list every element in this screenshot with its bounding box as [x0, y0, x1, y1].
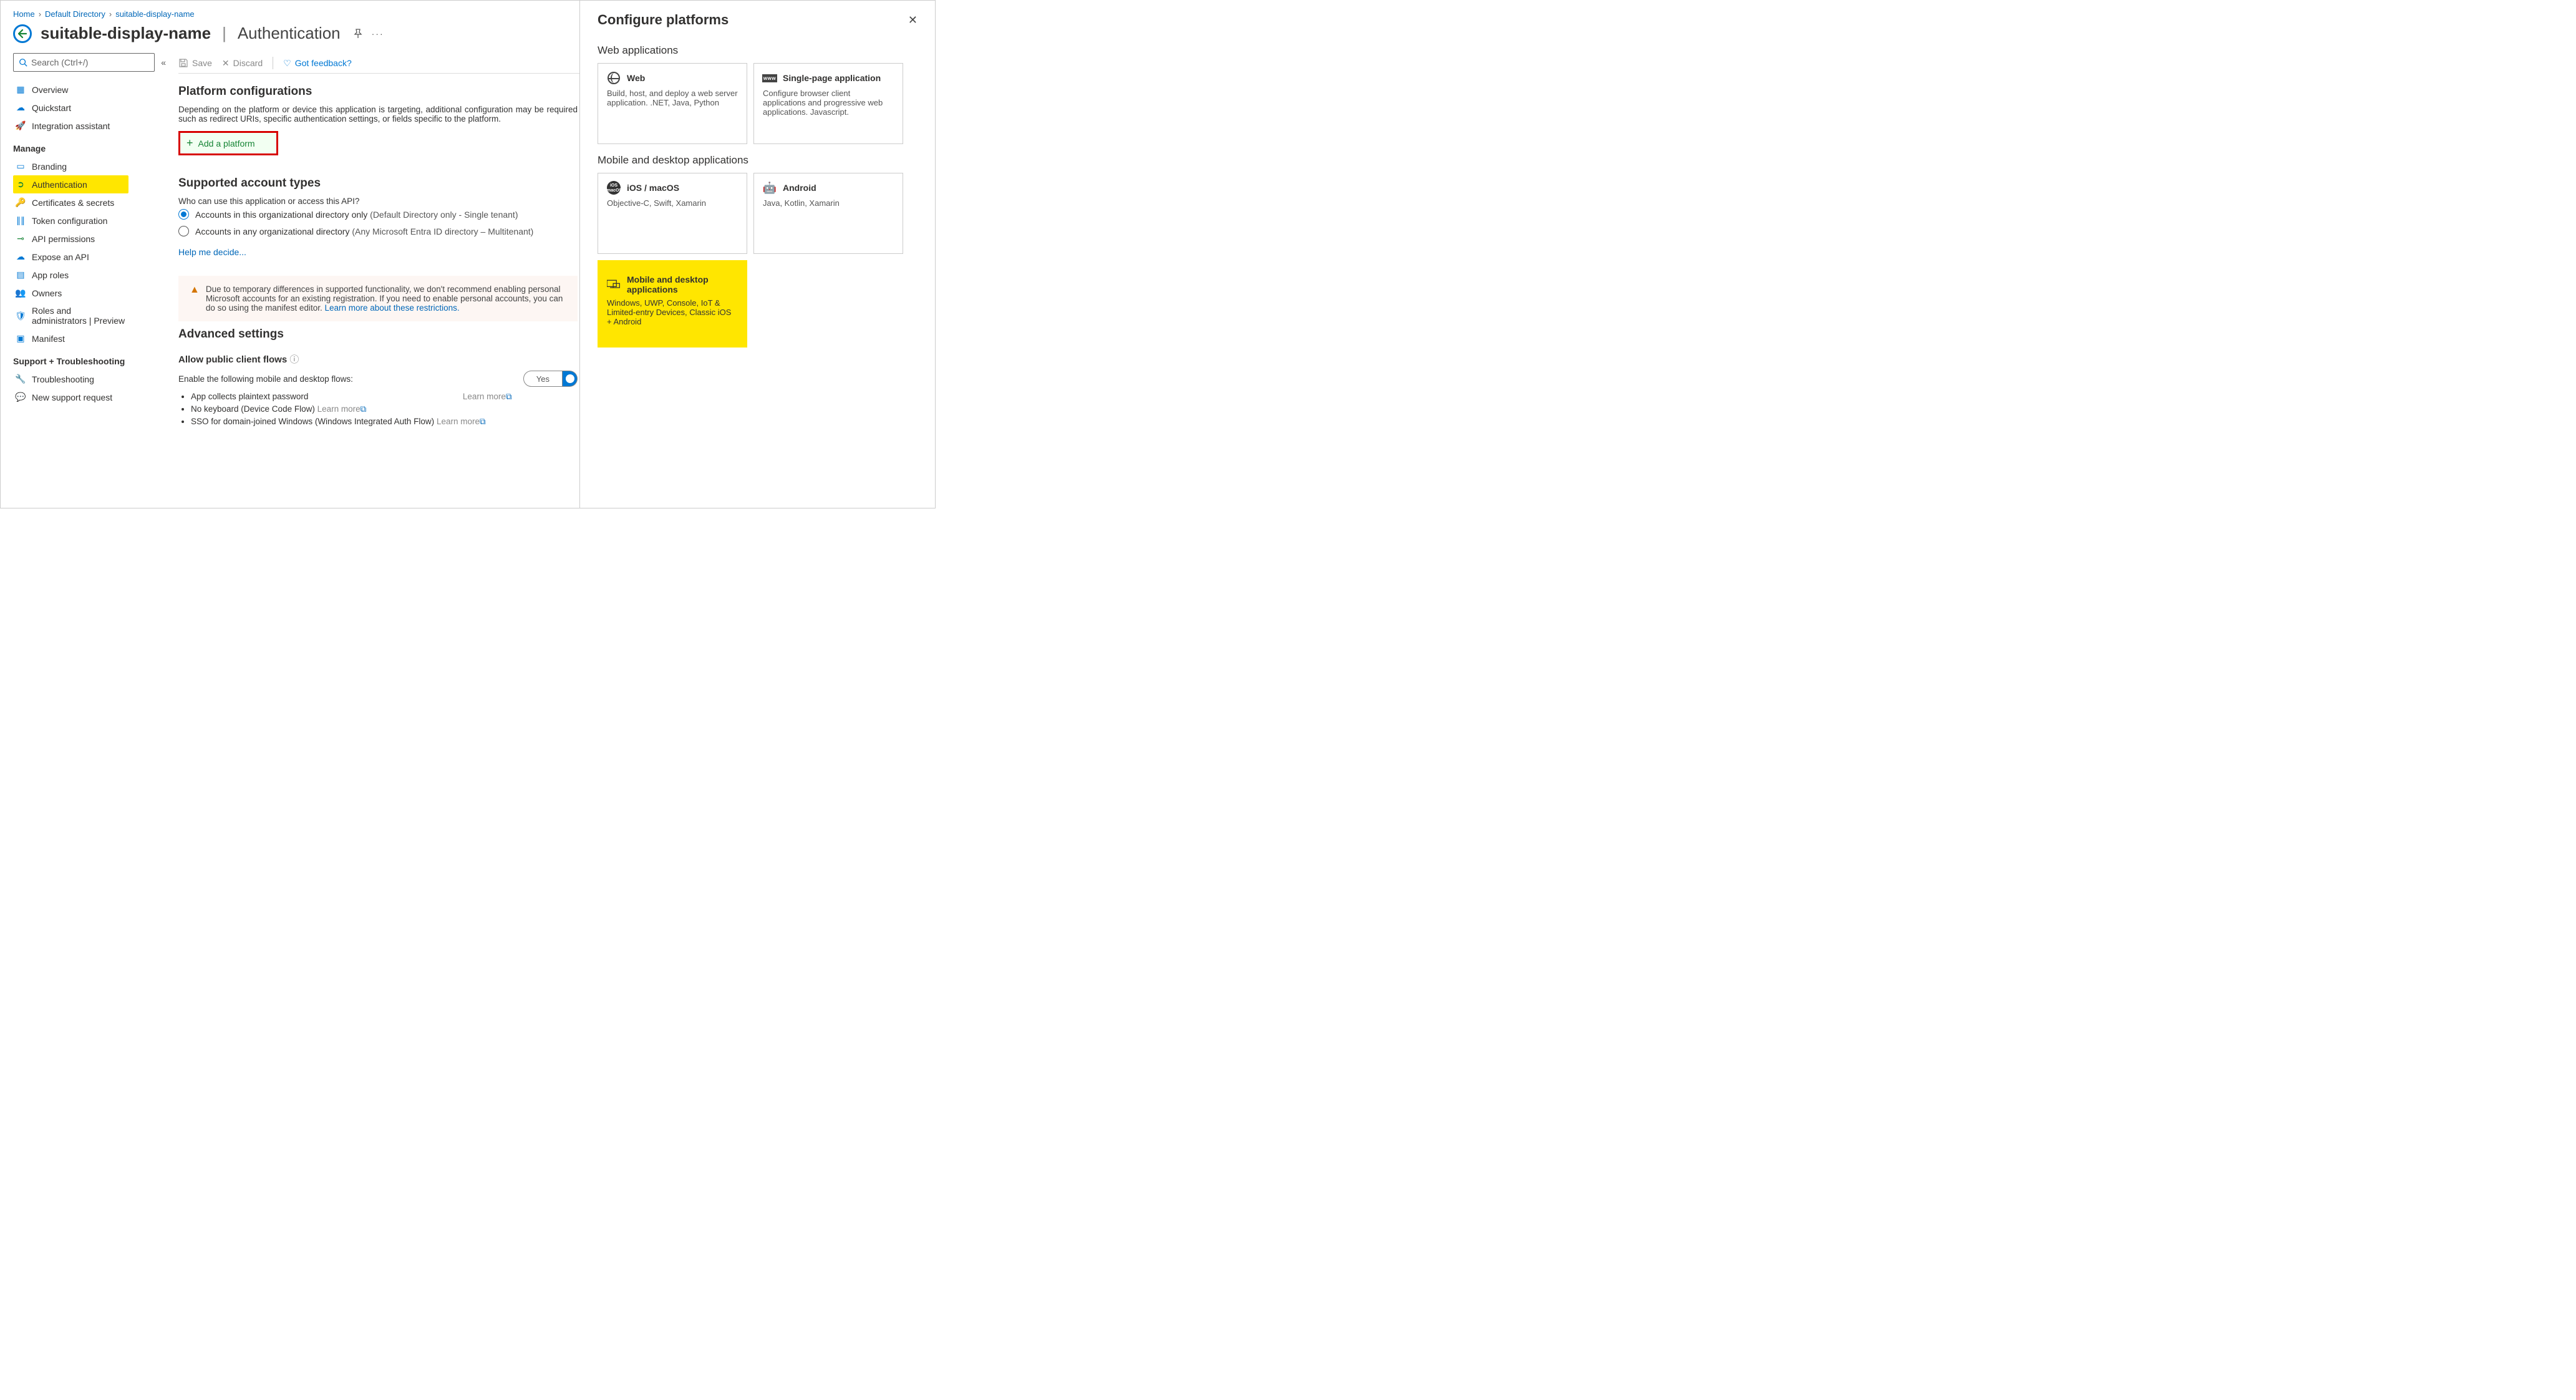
sidebar-item-overview[interactable]: ▦Overview	[13, 80, 128, 99]
heart-icon: ♡	[283, 58, 291, 69]
sidebar: Search (Ctrl+/) « ▦Overview ☁Quickstart …	[1, 53, 166, 498]
platform-card-spa[interactable]: wwwSingle-page application Configure bro…	[753, 63, 903, 144]
feedback-button[interactable]: ♡Got feedback?	[283, 58, 352, 69]
api-perm-icon: ⊸	[16, 233, 26, 244]
manifest-icon: ▣	[16, 333, 26, 344]
help-me-decide-link[interactable]: Help me decide...	[178, 247, 246, 257]
flow-item: SSO for domain-joined Windows (Windows I…	[191, 416, 590, 428]
sidebar-item-api-permissions[interactable]: ⊸API permissions	[13, 230, 128, 248]
external-icon: ⧉	[361, 404, 367, 414]
app-registration-icon	[13, 24, 32, 43]
expose-icon: ☁	[16, 251, 26, 262]
wrench-icon: 🔧	[16, 374, 26, 384]
save-button[interactable]: Save	[178, 58, 212, 68]
sidebar-section-support: Support + Troubleshooting	[13, 356, 128, 366]
add-platform-button[interactable]: + Add a platform	[178, 131, 278, 155]
sidebar-item-authentication[interactable]: ➲Authentication	[13, 175, 128, 193]
flows-list: App collects plaintext password Learn mo…	[191, 391, 590, 428]
learn-more-link[interactable]: Learn more⧉	[463, 392, 512, 401]
sidebar-item-quickstart[interactable]: ☁Quickstart	[13, 99, 128, 117]
flow-item: App collects plaintext password Learn mo…	[191, 391, 590, 403]
page-subtitle: Authentication	[238, 24, 341, 43]
sidebar-item-manifest[interactable]: ▣Manifest	[13, 329, 128, 348]
www-icon: www	[763, 71, 777, 85]
public-client-toggle[interactable]: Yes	[523, 371, 578, 387]
platform-card-ios[interactable]: iOSmacOSiOS / macOS Objective-C, Swift, …	[598, 173, 747, 254]
sidebar-item-owners[interactable]: 👥Owners	[13, 284, 128, 302]
auth-icon: ➲	[16, 179, 26, 190]
chevron-icon: ›	[39, 9, 41, 19]
external-icon: ⧉	[506, 392, 512, 401]
flow-item: No keyboard (Device Code Flow) Learn mor…	[191, 403, 590, 416]
platform-card-web[interactable]: Web Build, host, and deploy a web server…	[598, 63, 747, 144]
branding-icon: ▭	[16, 161, 26, 172]
warning-banner: ▲ Due to temporary differences in suppor…	[178, 276, 578, 321]
sidebar-item-roles-admins[interactable]: 🛡Roles and administrators | Preview	[13, 302, 128, 329]
warning-icon: ▲	[190, 284, 200, 313]
pin-icon[interactable]	[353, 29, 363, 39]
crumb-home[interactable]: Home	[13, 9, 35, 19]
collapse-icon[interactable]: «	[161, 57, 166, 67]
flows-description: Enable the following mobile and desktop …	[178, 374, 353, 384]
crumb-app[interactable]: suitable-display-name	[115, 9, 194, 19]
admin-icon: 🛡	[16, 311, 26, 321]
sidebar-section-manage: Manage	[13, 143, 128, 153]
platform-description: Depending on the platform or device this…	[178, 105, 578, 124]
crumb-directory[interactable]: Default Directory	[45, 9, 105, 19]
sidebar-item-certificates[interactable]: 🔑Certificates & secrets	[13, 193, 128, 211]
radio-icon	[178, 209, 189, 220]
cloud-icon: ☁	[16, 102, 26, 113]
roles-icon: ▤	[16, 270, 26, 280]
apple-icon: iOSmacOS	[607, 181, 621, 195]
flyout-section-mobile: Mobile and desktop applications	[598, 154, 918, 167]
page-title: suitable-display-name	[41, 24, 211, 43]
learn-more-link[interactable]: Learn more⧉	[317, 404, 367, 414]
info-icon[interactable]: ⓘ	[289, 354, 299, 365]
sidebar-item-integration[interactable]: 🚀Integration assistant	[13, 117, 128, 135]
radio-icon	[178, 226, 189, 236]
platform-card-android[interactable]: 🤖Android Java, Kotlin, Xamarin	[753, 173, 903, 254]
sidebar-item-branding[interactable]: ▭Branding	[13, 157, 128, 175]
chevron-icon: ›	[109, 9, 112, 19]
flyout-section-web: Web applications	[598, 44, 918, 57]
search-input[interactable]: Search (Ctrl+/)	[13, 53, 155, 72]
sidebar-item-troubleshooting[interactable]: 🔧Troubleshooting	[13, 370, 128, 388]
warning-learn-more-link[interactable]: Learn more about these restrictions.	[324, 303, 459, 313]
external-icon: ⧉	[480, 417, 486, 426]
configure-platforms-panel: Configure platforms ✕ Web applications W…	[579, 1, 935, 508]
desktop-icon	[607, 278, 621, 291]
flyout-title: Configure platforms	[598, 12, 729, 28]
sidebar-item-app-roles[interactable]: ▤App roles	[13, 266, 128, 284]
account-types-question: Who can use this application or access t…	[178, 197, 578, 206]
sidebar-item-expose-api[interactable]: ☁Expose an API	[13, 248, 128, 266]
rocket-icon: 🚀	[16, 120, 26, 131]
plus-icon: +	[186, 137, 193, 150]
platform-card-desktop[interactable]: Mobile and desktop applications Windows,…	[598, 260, 747, 348]
more-icon[interactable]: ···	[372, 29, 384, 39]
sidebar-item-token-config[interactable]: ∥∥Token configuration	[13, 211, 128, 230]
learn-more-link[interactable]: Learn more⧉	[437, 417, 486, 426]
close-button[interactable]: ✕	[908, 14, 918, 27]
overview-icon: ▦	[16, 84, 26, 95]
owners-icon: 👥	[16, 288, 26, 298]
android-icon: 🤖	[763, 181, 777, 195]
globe-icon	[607, 71, 621, 85]
close-icon: ✕	[222, 58, 230, 69]
token-icon: ∥∥	[16, 215, 26, 226]
key-icon: 🔑	[16, 197, 26, 208]
discard-button[interactable]: ✕Discard	[222, 58, 263, 69]
sidebar-item-support-request[interactable]: 💬New support request	[13, 388, 128, 406]
support-icon: 💬	[16, 392, 26, 402]
